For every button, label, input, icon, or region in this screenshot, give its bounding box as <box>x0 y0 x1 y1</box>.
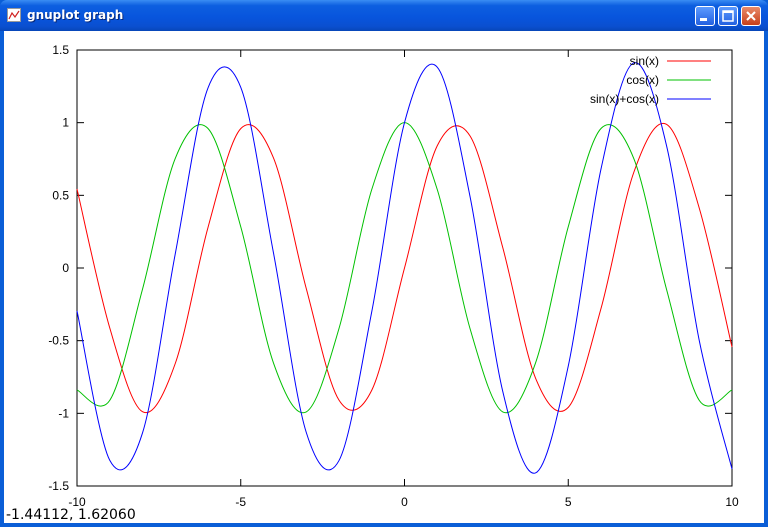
x-tick-label: 5 <box>565 495 572 509</box>
gnuplot-window: gnuplot graph 1.5 1 0.5 0 -0.5 -1 -1.5 -10 -5 0 5 1… <box>0 0 768 527</box>
maximize-button[interactable] <box>718 6 738 26</box>
maximize-icon <box>722 10 734 22</box>
coordinate-readout: -1.44112, 1.62060 <box>6 507 136 523</box>
y-tick-label: 1.5 <box>52 43 69 57</box>
window-title: gnuplot graph <box>27 8 124 22</box>
y-tick-label: 1 <box>62 116 69 130</box>
x-tick-label: 0 <box>401 495 408 509</box>
title-bar[interactable]: gnuplot graph <box>0 0 768 31</box>
close-icon <box>746 11 756 21</box>
legend-label: sin(x) <box>630 54 659 68</box>
minimize-icon <box>700 18 707 21</box>
gnuplot-app-icon[interactable] <box>7 8 21 22</box>
y-tick-label: -0.5 <box>48 334 69 348</box>
close-button[interactable] <box>741 6 761 26</box>
x-tick-label: 10 <box>725 495 739 509</box>
plot-area[interactable]: 1.5 1 0.5 0 -0.5 -1 -1.5 -10 -5 0 5 10 sin(x) cos(x) s… <box>4 31 764 523</box>
series-line-1 <box>76 122 733 414</box>
y-tick-label: 0 <box>62 261 69 275</box>
minimize-button[interactable] <box>695 6 715 26</box>
chart-svg: 1.510.50-0.5-1-1.5-10 -5 0 5 10sin(x)cos(x)s… <box>48 43 739 509</box>
y-tick-label: 0.5 <box>52 188 69 202</box>
y-tick-label: -1.5 <box>48 479 69 493</box>
x-tick-label: -5 <box>235 495 246 509</box>
legend-label: cos(x) <box>626 73 659 87</box>
legend-label: sin(x)+cos(x) <box>590 92 659 106</box>
y-tick-label: -1 <box>58 406 69 420</box>
